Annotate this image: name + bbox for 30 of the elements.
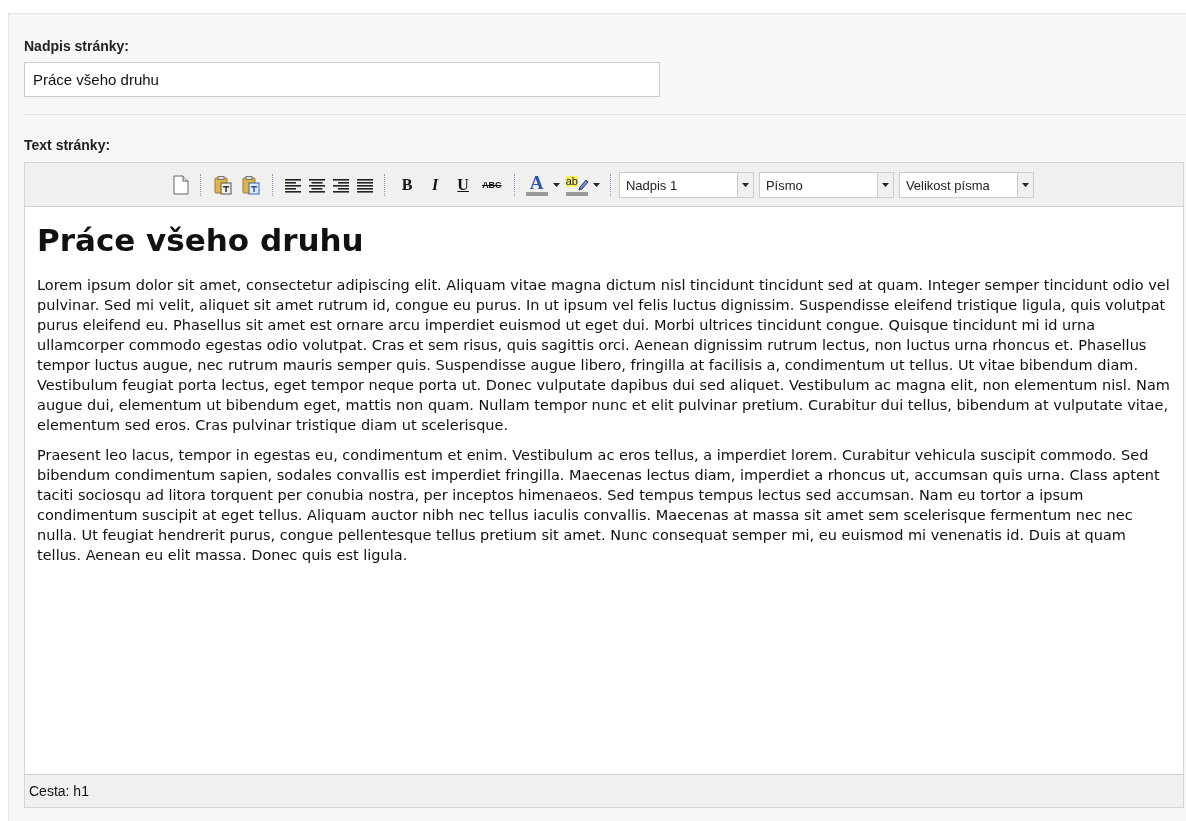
align-center-icon[interactable] (309, 176, 326, 194)
format-dropdown[interactable]: Nadpis 1 (618, 172, 754, 198)
highlight-button[interactable]: ab (565, 174, 600, 196)
align-justify-icon[interactable] (357, 176, 374, 194)
caret-icon (592, 183, 600, 187)
content-paragraph: Praesent leo lacus, tempor in egestas eu, condimentum et enim. Vestibulum ac eros tellus, a imperdiet lorem. Curabitur vehicula suscipit commodo. Sed bibendum condimentum sapien, sodales convallis est imperdiet fringilla. Maecenas lectus diam, imperdiet a rhoncus ut, accumsan quis urna. Class aptent taciti sociosqu ad litora torquent per conubia nostra, per inceptos himenaeos. Sed tempus tempus lectus sed accumsan. Nam eu tortor a ipsum condimentum suscipit at eget tellus. Aliquam auctor nibh nec tellus iaculis convallis. Maecenas at massa sit amet sem scelerisque fermentum nec nec nulla. Ut feugiat hendrerit purus, congue pellentesque tellus pretium sit amet. Nunc consequat semper mi, eu euismod mi venenatis id. Duis at quam tellus. Aenean eu elit massa. Donec quis est ligula. (37, 446, 1161, 565)
italic-button[interactable]: I (426, 174, 445, 196)
paste-text-icon[interactable] (213, 175, 234, 195)
element-path: Cesta: h1 (29, 783, 89, 799)
rich-text-editor[interactable] (24, 162, 1184, 808)
caret-icon (741, 183, 749, 187)
align-right-icon[interactable] (333, 176, 350, 194)
content-paragraph: Lorem ipsum dolor sit amet, consectetur adipiscing elit. Aliquam vitae magna dictum nisl tincidunt tincidunt sed at quam. Integer semper tincidunt odio vel pulvinar. Sed mi velit, aliquet sit amet rutrum id, congue eu purus. In ut ipsum vel felis luctus dignissim. Suspendisse eleifend tristique ligula, quis volutpat purus eleifend eu. Phasellus sit amet est ornare arcu imperdiet euismod ut eget dui. Morbi ultrices tincidunt congue. Quisque tincidunt mi id urna ullamcorper commodo egestas odio volutpat. Cras et sem risus, quis sagittis orci. Aenean dignissim rutrum lectus, non luctus urna rhoncus et. Phasellus tempor luctus augue, nec rutrum mauris semper quis. Suspendisse augue libero, fringilla at facilisis a, condimentum ut tellus. Ut vitae bibendum diam. Vestibulum feugiat porta lectus, eget tempor neque porta ut. Donec vulputate dapibus dui sed aliquet. Vestibulum ac magna elit, non elementum nisl. Nam augue dui, elementum ut bibendum eget, mattis non quam. Nullam tempor nunc et elit pulvinar pretium. Curabitur dui tellus, bibendum at vulputate vitae, elementum sed eros. Cras pulvinar tristique diam ut scelerisque. (37, 276, 1171, 435)
bold-button[interactable]: B (398, 174, 417, 196)
text-color-button[interactable]: A (525, 174, 560, 196)
title-input[interactable]: Práce všeho druhu (24, 62, 660, 97)
content-heading: Práce všeho druhu (37, 221, 365, 259)
field-label: Nadpis stránky: (24, 38, 130, 54)
caret-icon (881, 183, 889, 187)
field-label: Text stránky: (24, 137, 111, 153)
font-size-dropdown[interactable]: Velikost písma (898, 172, 1034, 198)
pencil-icon (577, 180, 588, 192)
underline-button[interactable]: U (454, 174, 473, 196)
font-dropdown[interactable]: Písmo (758, 172, 894, 198)
caret-icon (1021, 183, 1029, 187)
new-document-icon[interactable] (173, 175, 190, 195)
paste-word-icon[interactable] (241, 175, 262, 195)
caret-icon (552, 183, 560, 187)
align-left-icon[interactable] (285, 176, 302, 194)
strikethrough-button[interactable]: ABC (482, 174, 502, 196)
